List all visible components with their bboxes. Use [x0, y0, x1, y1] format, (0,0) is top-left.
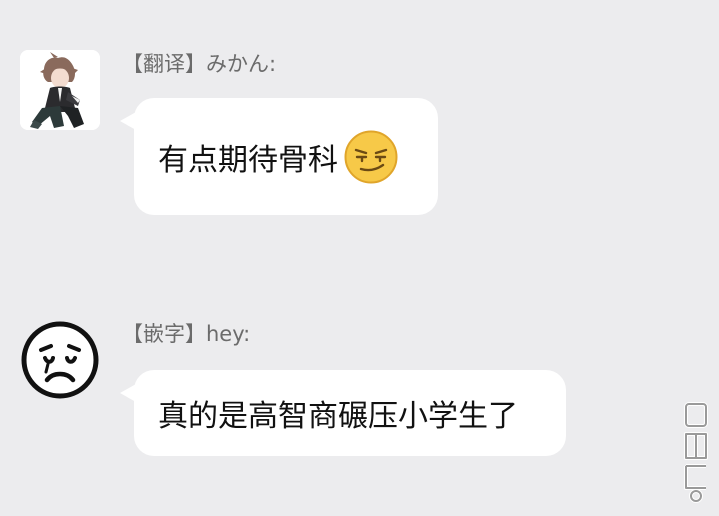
bubble-tail [120, 112, 136, 130]
sad-face-avatar-icon [21, 321, 99, 399]
message-text: 真的是高智商碾压小学生了 [158, 399, 518, 434]
message-bubble[interactable]: 真的是高智商碾压小学生了 [120, 370, 566, 456]
chat-message: 【翻译】みかん: 有点期待骨科 [0, 0, 719, 260]
chat-message: 【嵌字】hey: 真的是高智商碾压小学生了 [0, 260, 719, 516]
avatar[interactable] [20, 320, 100, 400]
site-logo-watermark-icon [683, 400, 709, 504]
sender-name: 【嵌字】hey: [122, 322, 251, 346]
message-text: 有点期待骨科 [158, 142, 338, 178]
anime-character-avatar-icon [20, 50, 100, 130]
smirk-emoji-icon [344, 130, 398, 184]
sender-name: 【翻译】みかん: [122, 52, 277, 76]
bubble-tail [120, 384, 136, 402]
message-bubble[interactable]: 有点期待骨科 [120, 98, 438, 215]
avatar[interactable] [20, 50, 100, 130]
